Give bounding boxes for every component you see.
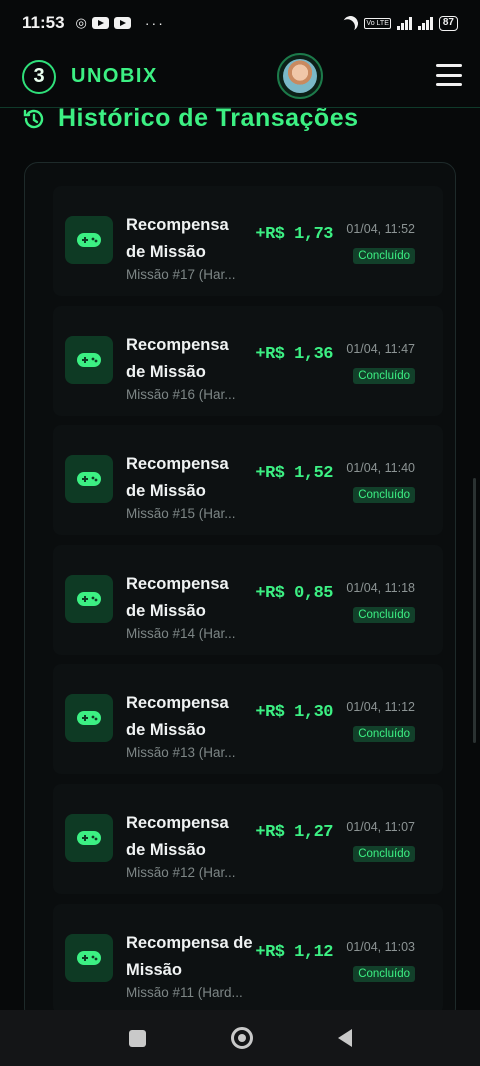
transaction-subtitle: Missão #12 (Har... (126, 865, 236, 880)
transaction-amount: +R$ 1,12 (255, 943, 333, 962)
transaction-datetime: 01/04, 11:18 (346, 581, 415, 595)
do-not-disturb-icon (341, 13, 360, 32)
transaction-subtitle: Missão #16 (Har... (126, 387, 236, 402)
transaction-amount: +R$ 1,27 (255, 823, 333, 842)
gamepad-icon (65, 216, 113, 264)
youtube-icon (113, 17, 131, 29)
system-nav-bar (0, 1010, 480, 1066)
status-badge: Concluído (353, 368, 415, 384)
youtube-icon (91, 17, 109, 29)
status-badge: Concluído (353, 248, 415, 264)
transaction-amount: +R$ 1,73 (255, 225, 333, 244)
signal-icon (396, 16, 412, 30)
transaction-title: Recompensa de Missão (126, 455, 229, 500)
transaction-datetime: 01/04, 11:07 (346, 820, 415, 834)
home-dot (237, 1034, 246, 1042)
status-bar: 11:53 ◎ ··· Vo LTE 87 (0, 0, 480, 46)
transaction-item[interactable]: Recompensa de Missão Missão #13 (Har... … (53, 664, 443, 774)
transaction-item[interactable]: Recompensa de Missão Missão #15 (Har... … (53, 425, 443, 535)
transaction-datetime: 01/04, 11:12 (346, 700, 415, 714)
transaction-datetime: 01/04, 11:03 (346, 940, 415, 954)
menu-bar (436, 73, 462, 77)
brand-name: UNOBIX (71, 65, 158, 87)
signal-5g-icon (417, 16, 433, 30)
status-time: 11:53 (22, 13, 65, 32)
history-clock-icon (23, 109, 44, 128)
transaction-item[interactable]: Recompensa de Missão Missão #14 (Har... … (53, 545, 443, 655)
transaction-amount: +R$ 0,85 (255, 584, 333, 603)
transaction-title: Recompensa de Missão (126, 336, 229, 381)
gamepad-icon (65, 694, 113, 742)
app-header: 3 UNOBIX (0, 46, 480, 108)
transaction-item[interactable]: Recompensa de Missão Missão #16 (Har... … (53, 306, 443, 416)
transaction-list: Recompensa de Missão Missão #17 (Har... … (24, 162, 456, 1022)
battery-icon: 87 (438, 15, 458, 31)
status-badge: Concluído (353, 966, 415, 982)
transaction-subtitle: Missão #13 (Har... (126, 745, 236, 760)
transaction-amount: +R$ 1,30 (255, 703, 333, 722)
gamepad-icon (65, 455, 113, 503)
transaction-item[interactable]: Recompensa de Missão Missão #17 (Har... … (53, 186, 443, 296)
whatsapp-icon: ◎ (75, 15, 87, 30)
logo-icon[interactable]: 3 (22, 59, 56, 94)
menu-button[interactable] (436, 64, 462, 86)
status-badge: Concluído (353, 607, 415, 623)
avatar-image (283, 59, 317, 93)
gamepad-icon (65, 814, 113, 862)
transaction-subtitle: Missão #17 (Har... (126, 267, 236, 282)
transaction-amount: +R$ 1,36 (255, 345, 333, 364)
transaction-datetime: 01/04, 11:40 (346, 461, 415, 475)
transaction-item[interactable]: Recompensa de Missão Missão #11 (Hard...… (53, 904, 443, 1014)
status-right: Vo LTE 87 (341, 13, 458, 32)
transaction-datetime: 01/04, 11:52 (346, 222, 415, 236)
menu-bar (436, 83, 462, 86)
transaction-title: Recompensa de Missão (126, 814, 229, 859)
home-icon[interactable] (230, 1027, 253, 1049)
menu-bar (436, 64, 462, 67)
transaction-subtitle: Missão #11 (Hard... (126, 985, 243, 1000)
transaction-title: Recompensa de Missão (126, 934, 253, 979)
gamepad-icon (65, 575, 113, 623)
status-badge: Concluído (353, 487, 415, 503)
scrollbar[interactable] (473, 478, 476, 743)
transaction-title: Recompensa de Missão (126, 575, 229, 620)
transaction-datetime: 01/04, 11:47 (346, 342, 415, 356)
avatar[interactable] (277, 53, 323, 99)
gamepad-icon (65, 934, 113, 982)
volte-icon: Vo LTE (364, 17, 391, 29)
transaction-subtitle: Missão #14 (Har... (126, 626, 236, 641)
transaction-title: Recompensa de Missão (126, 694, 229, 739)
status-badge: Concluído (353, 846, 415, 862)
status-badge: Concluído (353, 726, 415, 742)
gamepad-icon (65, 336, 113, 384)
transaction-item[interactable]: Recompensa de Missão Missão #12 (Har... … (53, 784, 443, 894)
transaction-subtitle: Missão #15 (Har... (126, 506, 236, 521)
transaction-title: Recompensa de Missão (126, 216, 229, 261)
more-notifications-icon: ··· (144, 15, 165, 31)
page-title-row: Histórico de Transações (22, 104, 359, 133)
page-title: Histórico de Transações (58, 104, 359, 132)
transaction-amount: +R$ 1,52 (255, 464, 333, 483)
recent-apps-icon[interactable] (128, 1029, 146, 1047)
back-icon[interactable] (337, 1029, 352, 1047)
